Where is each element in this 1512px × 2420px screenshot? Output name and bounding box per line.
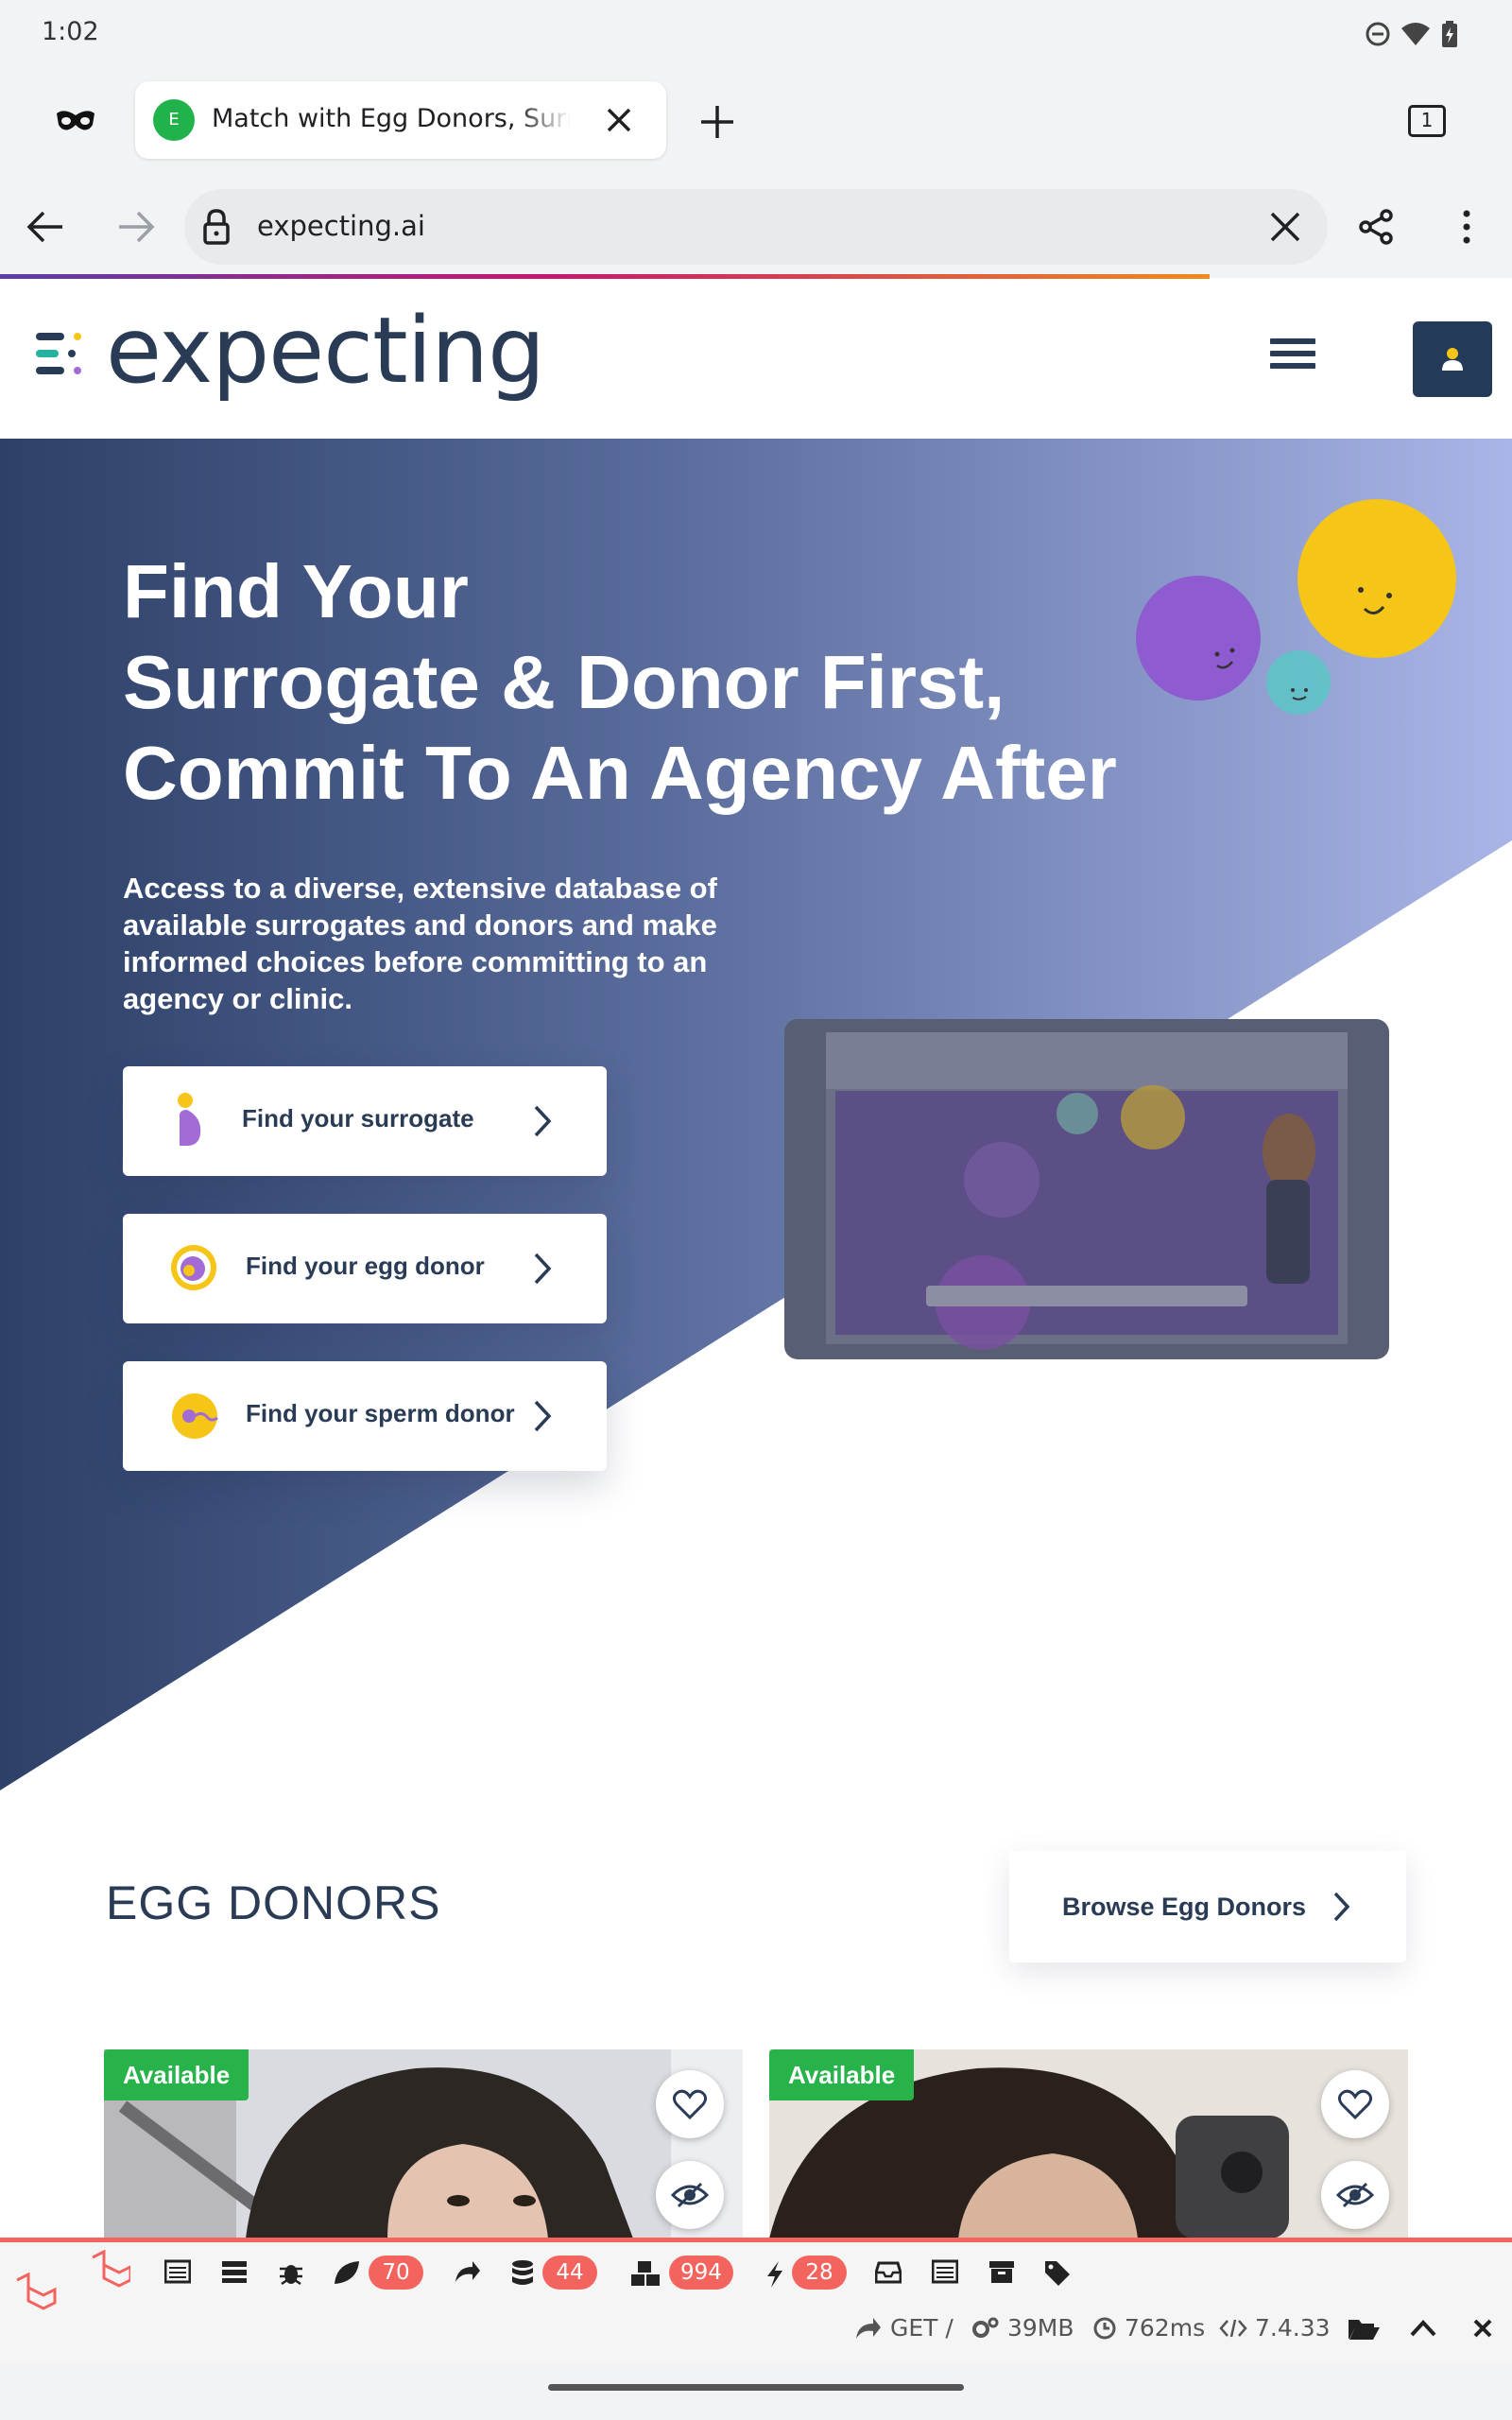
- hero-title-line: Commit To An Agency After: [123, 731, 1117, 815]
- back-arrow-icon[interactable]: [26, 210, 64, 244]
- menu-bar-icon: [1270, 351, 1315, 356]
- wifi-icon: [1401, 23, 1430, 45]
- close-tab-icon[interactable]: [606, 107, 632, 133]
- eye-slash-icon: [671, 2182, 709, 2208]
- favorite-button[interactable]: [1321, 2070, 1389, 2138]
- find-sperm-donor-button[interactable]: Find your sperm donor: [123, 1361, 607, 1471]
- heart-icon: [673, 2089, 707, 2119]
- new-tab-icon[interactable]: [699, 104, 735, 140]
- menu-bar-icon: [1270, 363, 1315, 369]
- egg-donor-icon: [171, 1245, 216, 1290]
- browse-egg-donors-button[interactable]: Browse Egg Donors: [1009, 1851, 1406, 1962]
- php-version[interactable]: 7.4.33: [1255, 2314, 1331, 2342]
- clock-icon: [1093, 2317, 1116, 2340]
- mail-inbox-icon[interactable]: [875, 2259, 902, 2284]
- route-reply-icon: [856, 2318, 881, 2339]
- find-egg-donor-label: Find your egg donor: [246, 1252, 485, 1280]
- hide-profile-button[interactable]: [1321, 2161, 1389, 2229]
- status-time: 1:02: [42, 17, 99, 46]
- egg-donors-heading: EGG DONORS: [106, 1876, 441, 1929]
- memory-usage[interactable]: 39MB: [1007, 2314, 1074, 2342]
- chevron-right-icon: [534, 1400, 552, 1432]
- find-sperm-donor-label: Find your sperm donor: [246, 1399, 515, 1427]
- do-not-disturb-icon: [1366, 22, 1390, 46]
- user-icon: [1442, 348, 1463, 371]
- favorite-button[interactable]: [656, 2070, 724, 2138]
- hero-title: Find Your Surrogate & Donor First, Commi…: [123, 546, 1219, 819]
- status-bar: [0, 0, 1512, 68]
- share-icon[interactable]: [1357, 208, 1395, 246]
- hero-title-line: Find Your: [123, 549, 469, 633]
- hero-title-line: Surrogate & Donor First,: [123, 640, 1005, 724]
- session-archive-icon[interactable]: [988, 2259, 1015, 2284]
- models-cubes-icon[interactable]: [629, 2259, 662, 2288]
- events-count-badge[interactable]: 28: [792, 2256, 847, 2290]
- heart-icon: [1338, 2089, 1372, 2119]
- find-surrogate-button[interactable]: Find your surrogate: [123, 1066, 607, 1176]
- find-egg-donor-button[interactable]: Find your egg donor: [123, 1214, 607, 1323]
- availability-badge: Available: [104, 2049, 249, 2100]
- menu-bar-icon: [1270, 338, 1315, 344]
- system-navigation-bar: [0, 2363, 1512, 2420]
- views-leaf-icon[interactable]: [333, 2259, 361, 2286]
- intro-video-player[interactable]: [784, 1019, 1389, 1359]
- tab-title: Match with Egg Donors, Surrogates: [212, 104, 571, 133]
- tab-favicon: E: [153, 99, 195, 141]
- messages-icon[interactable]: [164, 2259, 191, 2284]
- request-duration[interactable]: 762ms: [1125, 2314, 1205, 2342]
- laravel-logo-icon[interactable]: [13, 2273, 59, 2318]
- hamburger-menu-button[interactable]: [1270, 338, 1315, 376]
- exceptions-bug-icon[interactable]: [278, 2259, 304, 2286]
- eye-slash-icon: [1336, 2182, 1374, 2208]
- gates-tags-icon[interactable]: [1043, 2259, 1074, 2286]
- tab-switcher-button[interactable]: 1: [1408, 105, 1446, 137]
- maximize-chevron-up-icon[interactable]: [1410, 2318, 1436, 2337]
- forward-arrow-icon[interactable]: [117, 210, 155, 244]
- hero-description: Access to a diverse, extensive database …: [123, 872, 717, 1015]
- more-options-icon[interactable]: [1455, 208, 1478, 246]
- route-share-icon[interactable]: [454, 2259, 482, 2284]
- chevron-right-icon: [534, 1105, 552, 1137]
- find-surrogate-label: Find your surrogate: [242, 1104, 474, 1132]
- laravel-collector-icon[interactable]: [89, 2250, 130, 2291]
- sperm-donor-icon: [172, 1393, 218, 1439]
- video-thumbnail: [826, 1032, 1348, 1350]
- close-debugbar-icon[interactable]: [1472, 2318, 1493, 2339]
- memory-cogs-icon: [972, 2317, 999, 2338]
- lock-icon[interactable]: [202, 208, 231, 246]
- request-method-route[interactable]: GET /: [890, 2314, 954, 2342]
- timeline-icon[interactable]: [221, 2259, 248, 2284]
- request-icon[interactable]: [932, 2259, 958, 2284]
- hide-profile-button[interactable]: [656, 2161, 724, 2229]
- site-logo[interactable]: expecting: [106, 298, 545, 404]
- battery-icon: [1442, 21, 1457, 47]
- queries-count-badge[interactable]: 44: [542, 2256, 597, 2290]
- account-button[interactable]: [1413, 321, 1492, 397]
- open-folder-icon[interactable]: [1348, 2316, 1380, 2341]
- queries-database-icon[interactable]: [510, 2259, 535, 2288]
- code-icon: [1219, 2319, 1247, 2338]
- gesture-handle[interactable]: [548, 2384, 964, 2391]
- browse-egg-donors-label: Browse Egg Donors: [1062, 1893, 1307, 1921]
- surrogate-icon: [178, 1093, 201, 1146]
- chevron-right-icon: [534, 1253, 552, 1285]
- availability-badge: Available: [769, 2049, 915, 2100]
- url-text[interactable]: expecting.ai: [257, 210, 425, 242]
- chevron-right-icon: [1333, 1892, 1350, 1922]
- models-count-badge[interactable]: 994: [669, 2256, 733, 2290]
- events-bolt-icon[interactable]: [765, 2259, 784, 2288]
- incognito-icon[interactable]: [55, 108, 96, 134]
- clear-url-icon[interactable]: [1270, 212, 1300, 242]
- logo-mark-icon[interactable]: [36, 331, 96, 376]
- views-count-badge[interactable]: 70: [369, 2256, 423, 2290]
